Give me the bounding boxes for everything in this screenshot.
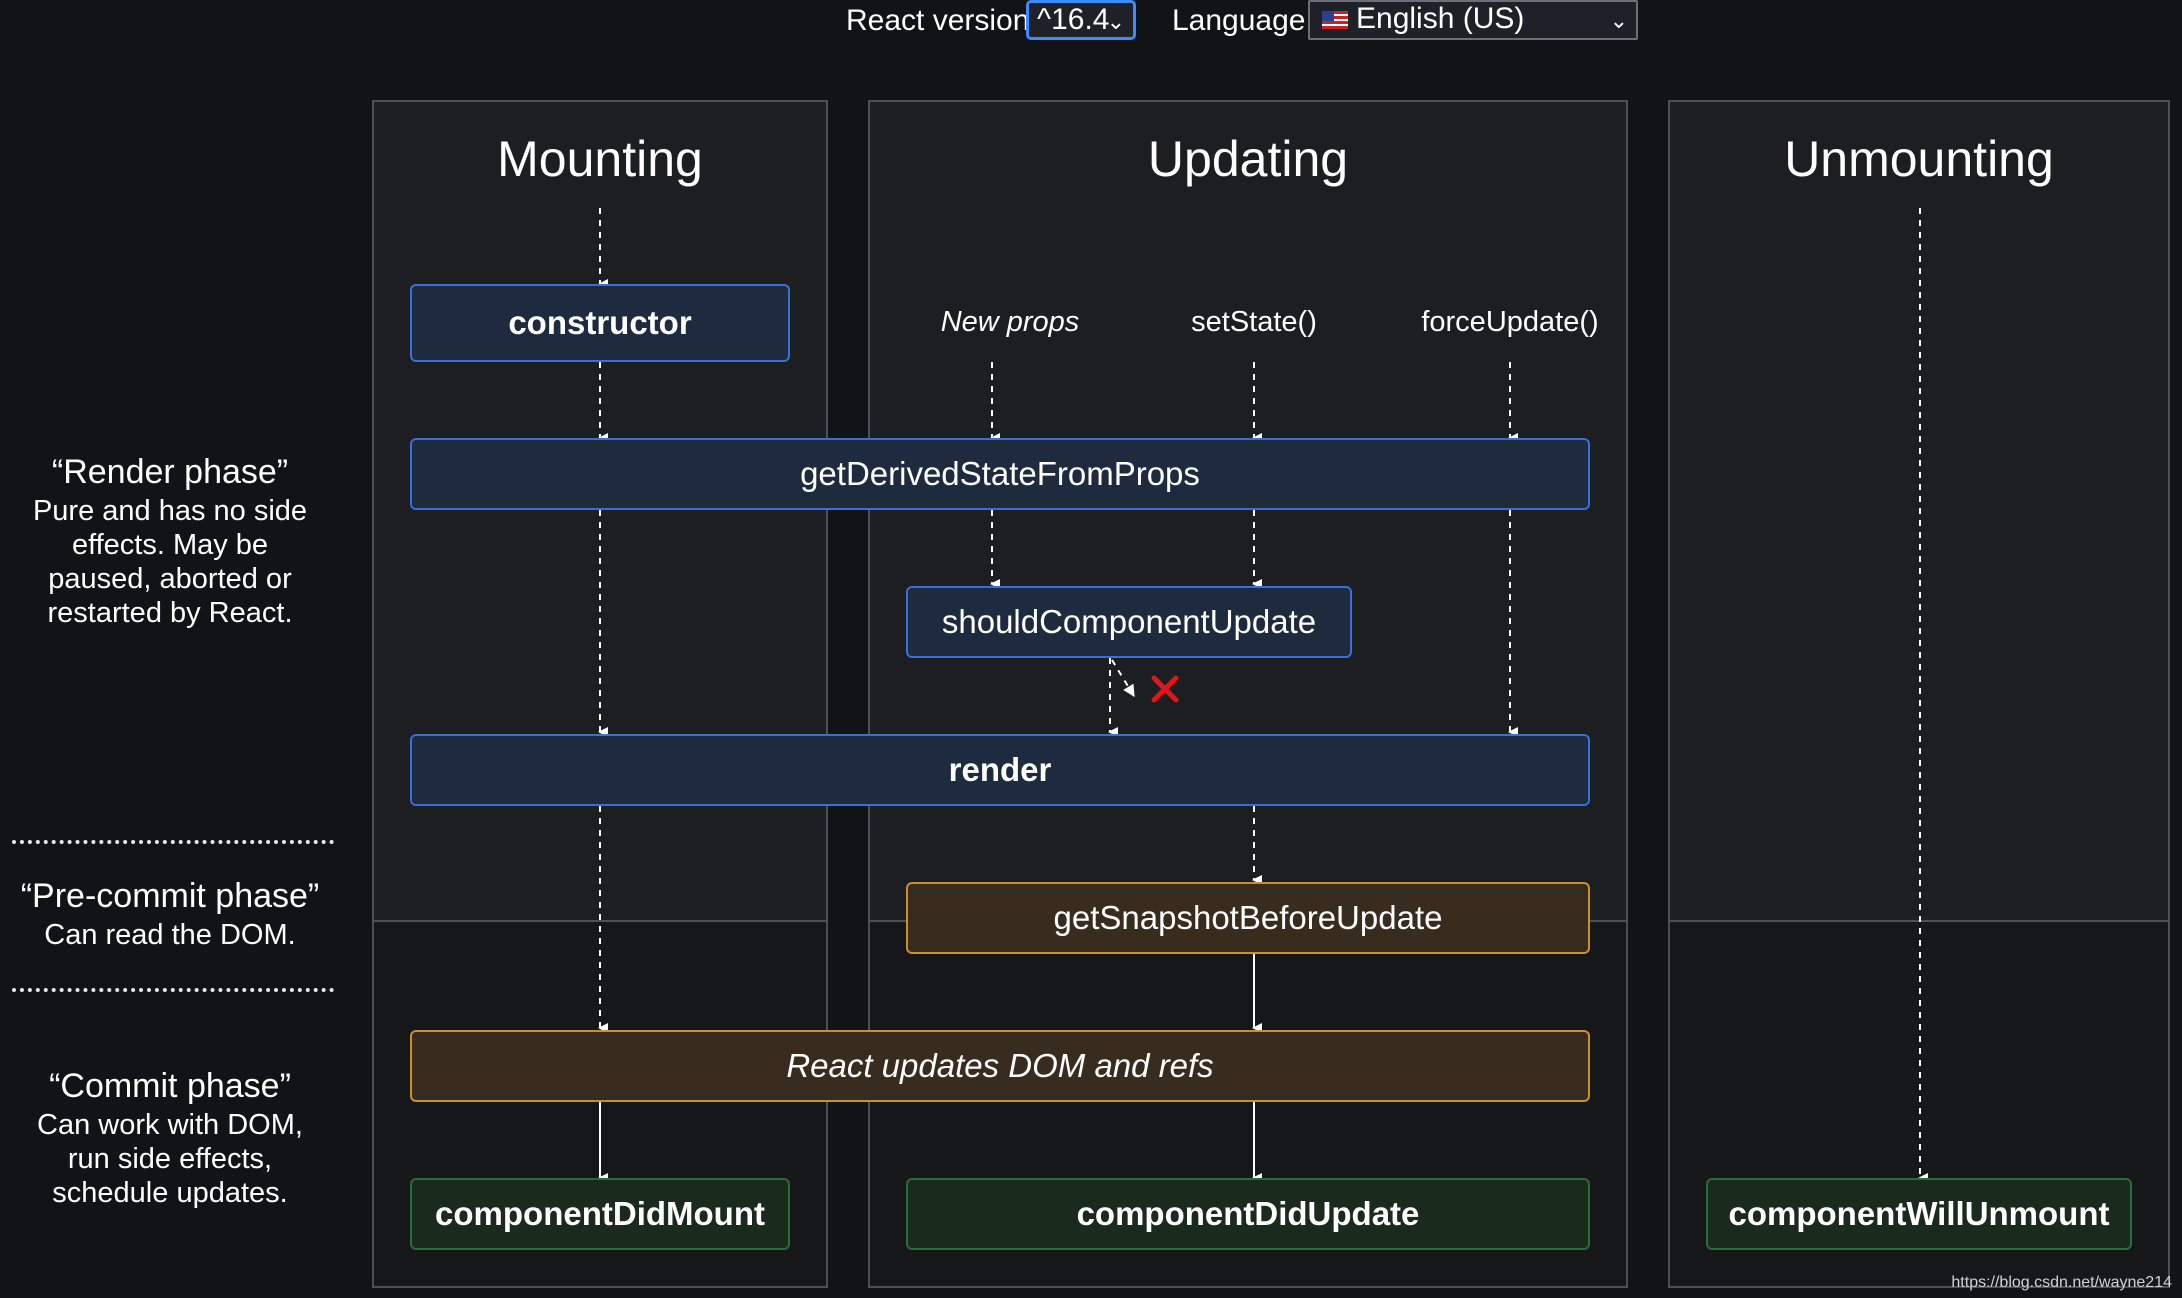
render-phase-description: “Render phase” Pure and has no side effe… [0,450,340,630]
get-derived-state-box: getDerivedStateFromProps [410,438,1590,510]
precommit-phase-line: Can read the DOM. [44,919,296,951]
phase-divider [12,840,334,844]
get-snapshot-box: getSnapshotBeforeUpdate [906,882,1590,954]
should-component-update-box: shouldComponentUpdate [906,586,1352,658]
render-phase-line: paused, aborted or [48,563,292,595]
render-phase-line: Pure and has no side [32,495,308,527]
render-phase-line: effects. May be [71,529,269,561]
trigger-set-state: setState() [1191,306,1317,338]
render-phase-line: restarted by React. [47,597,293,629]
cancel-x-icon [1151,675,1179,703]
commit-phase-description: “Commit phase” Can work with DOM, run si… [0,1064,340,1210]
constructor-box: constructor [410,284,790,362]
commit-phase-line: Can work with DOM, [37,1109,303,1141]
commit-phase-line: schedule updates. [52,1177,288,1209]
precommit-phase-title: “Pre-commit phase” [20,877,320,915]
watermark: https://blog.csdn.net/wayne214 [1951,1274,2172,1291]
component-will-unmount-box: componentWillUnmount [1706,1178,2132,1250]
precommit-phase-description: “Pre-commit phase” Can read the DOM. [0,874,340,952]
commit-phase-title: “Commit phase” [49,1067,291,1105]
component-did-mount-box: componentDidMount [410,1178,790,1250]
render-box: render [410,734,1590,806]
commit-phase-line: run side effects, [67,1143,273,1175]
react-updates-dom-box: React updates DOM and refs [410,1030,1590,1102]
phase-divider [12,988,334,992]
render-phase-title: “Render phase” [51,453,289,491]
trigger-new-props: New props [940,306,1080,338]
component-did-update-box: componentDidUpdate [906,1178,1590,1250]
trigger-force-update: forceUpdate() [1421,306,1599,338]
